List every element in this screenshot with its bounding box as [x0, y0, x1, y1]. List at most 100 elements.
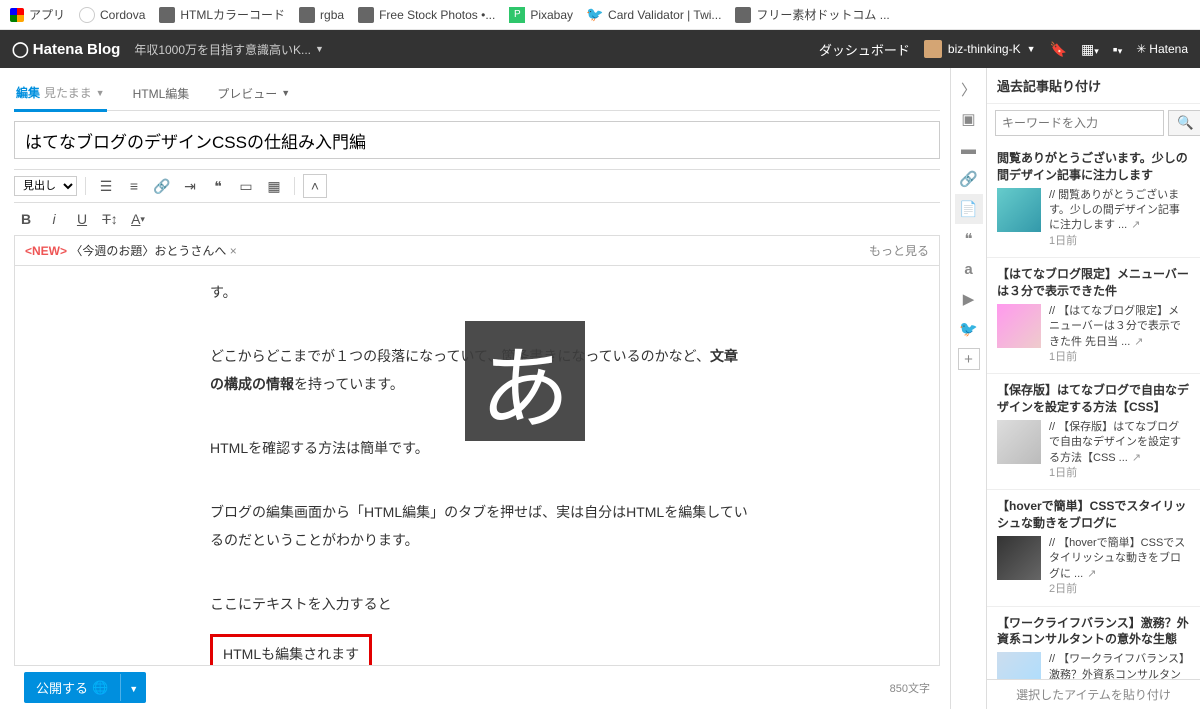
bookmark-item[interactable]: Free Stock Photos •... — [358, 7, 495, 23]
bookmark-apps[interactable]: アプリ — [10, 6, 65, 23]
editor-tabs: 編集 見たまま ▼ HTML編集 プレビュー ▼ — [14, 74, 940, 111]
ime-candidate-overlay: あ — [465, 321, 585, 441]
youtube-icon[interactable]: ▶ — [955, 284, 983, 314]
paragraph: ここにテキストを入力すると — [210, 590, 749, 618]
hatena-link[interactable]: ✳ Hatena — [1136, 42, 1188, 56]
bookmark-favicon — [159, 7, 175, 23]
paragraph: す。 — [210, 278, 749, 306]
ol-icon[interactable]: ≡ — [122, 174, 146, 198]
quote-icon[interactable]: ❝ — [206, 174, 230, 198]
publish-button[interactable]: 公開する🌐 — [24, 672, 120, 703]
globe-icon: 🌐 — [92, 680, 108, 696]
article-time: 1日前 — [1049, 466, 1190, 481]
add-icon[interactable]: + — [958, 348, 980, 370]
bookmark-item[interactable]: 🐦Card Validator | Twi... — [587, 7, 721, 23]
twitter-icon[interactable]: 🐦 — [955, 314, 983, 344]
article-title: 閲覧ありがとうございます。少しの間デザイン記事に注力します — [997, 150, 1190, 184]
readmore-icon[interactable]: ⇥ — [178, 174, 202, 198]
search-input[interactable] — [995, 110, 1164, 136]
external-link-icon[interactable]: ↗ — [1132, 452, 1141, 464]
bookmark-favicon — [358, 7, 374, 23]
past-article-item[interactable]: 【hoverで簡単】CSSでスタイリッシュな動きをブログに // 【hoverで簡… — [987, 490, 1200, 606]
article-time: 1日前 — [1049, 234, 1190, 249]
dashboard-link[interactable]: ダッシュボード — [819, 40, 910, 59]
chevron-down-icon: ▼ — [1027, 44, 1036, 54]
article-title: 【ワークライフバランス】激務？外資系コンサルタントの意外な生態 — [997, 615, 1190, 649]
article-desc: // 【ワークライフバランス】激務？外資系コンサルタントの意外な生 ...↗ — [1049, 652, 1190, 679]
article-title: 【hoverで簡単】CSSでスタイリッシュな動きをブログに — [997, 498, 1190, 532]
link-icon[interactable]: 🔗 — [955, 164, 983, 194]
apps-icon — [10, 8, 24, 22]
bookmark-icon[interactable]: 🔖 — [1050, 41, 1067, 58]
external-link-icon[interactable]: ↗ — [1087, 568, 1096, 580]
external-link-icon[interactable]: ↗ — [1134, 336, 1143, 348]
publish-button-group: 公開する🌐 ▼ — [24, 672, 146, 703]
bookmark-favicon: P — [509, 7, 525, 23]
grid-icon[interactable]: ▦▾ — [1081, 41, 1099, 58]
bookmark-favicon — [79, 7, 95, 23]
bookmark-favicon — [299, 7, 315, 23]
category-icon[interactable]: ▬ — [955, 134, 983, 164]
tab-html[interactable]: HTML編集 — [131, 80, 192, 110]
bold-icon[interactable]: B — [14, 207, 38, 231]
hatena-logo-icon: ◯ — [12, 40, 29, 58]
bookmark-label: Free Stock Photos •... — [379, 8, 495, 22]
past-article-item[interactable]: 【保存版】はてなブログで自由なデザインを設定する方法【CSS】// 【保存版】は… — [987, 374, 1200, 490]
bookmark-item[interactable]: HTMLカラーコード — [159, 6, 285, 23]
quote-icon[interactable]: ❝ — [955, 224, 983, 254]
bookmark-label: Pixabay — [530, 8, 573, 22]
bookmark-label: rgba — [320, 8, 344, 22]
heading-select[interactable]: 見出し — [14, 176, 77, 196]
chevron-up-icon[interactable]: ˄ — [303, 174, 327, 198]
photo-icon[interactable]: ▣ — [955, 104, 983, 134]
user-menu[interactable]: biz-thinking-K ▼ — [924, 40, 1036, 58]
article-desc: // 【hoverで簡単】CSSでスタイリッシュな動きをブログに ...↗ — [1049, 536, 1190, 582]
right-sidebar: 〉 ▣ ▬ 🔗 📄 ❝ a ▶ 🐦 + 過去記事貼り付け 🔍 閲覧ありがとうござ… — [950, 68, 1200, 709]
past-article-item[interactable]: 閲覧ありがとうございます。少しの間デザイン記事に注力します // 閲覧ありがとうご… — [987, 142, 1200, 258]
bookmark-label: フリー素材ドットコム ... — [756, 6, 889, 23]
table-icon[interactable]: ▦ — [262, 174, 286, 198]
history-icon[interactable]: 📄 — [955, 194, 983, 224]
ul-icon[interactable]: ☰ — [94, 174, 118, 198]
topic-bar: <NEW> 〈今週のお題〉おとうさんへ × もっと見る — [14, 236, 940, 266]
italic-icon[interactable]: i — [42, 207, 66, 231]
content-editor[interactable]: す。 どこからどこまでが１つの段落になっていて、箇条書きになっているのかなど、文… — [14, 266, 940, 666]
avatar — [924, 40, 942, 58]
bookmark-label: HTMLカラーコード — [180, 6, 285, 23]
bookmark-item[interactable]: Cordova — [79, 7, 145, 23]
chat-icon[interactable]: ▪▾ — [1113, 41, 1123, 57]
bookmark-item[interactable]: P Pixabay — [509, 7, 573, 23]
article-thumbnail — [997, 188, 1041, 232]
hatena-blog-logo[interactable]: ◯ Hatena Blog — [12, 40, 120, 58]
amazon-icon[interactable]: a — [955, 254, 983, 284]
bookmark-label: Cordova — [100, 8, 145, 22]
article-desc: // 閲覧ありがとうございます。少しの間デザイン記事に注力します ...↗ — [1049, 188, 1190, 234]
article-desc: // 【保存版】はてなブログで自由なデザインを設定する方法【CSS ...↗ — [1049, 420, 1190, 466]
username: biz-thinking-K — [948, 42, 1021, 56]
strike-icon[interactable]: T↕ — [98, 207, 122, 231]
bookmarks-bar: アプリ Cordova HTMLカラーコード rgba Free Stock Phot… — [0, 0, 1200, 30]
more-link[interactable]: もっと見る — [869, 242, 929, 259]
collapse-icon[interactable]: 〉 — [955, 74, 983, 104]
tab-edit[interactable]: 編集 見たまま ▼ — [14, 80, 107, 112]
bookmark-item[interactable]: フリー素材ドットコム ... — [735, 6, 889, 23]
search-button[interactable]: 🔍 — [1168, 110, 1200, 136]
past-article-item[interactable]: 【ワークライフバランス】激務？外資系コンサルタントの意外な生態 // 【ワークライ… — [987, 607, 1200, 679]
bookmark-item[interactable]: rgba — [299, 7, 344, 23]
color-icon[interactable]: A▾ — [126, 207, 150, 231]
side-footer-button[interactable]: 選択したアイテムを貼り付け — [987, 679, 1200, 709]
tab-preview[interactable]: プレビュー ▼ — [215, 80, 292, 110]
article-time: 2日前 — [1049, 582, 1190, 597]
close-icon[interactable]: × — [230, 244, 237, 258]
underline-icon[interactable]: U — [70, 207, 94, 231]
article-desc: // 【はてなブログ限定】メニューバーは３分で表示できた件 先日当 ...↗ — [1049, 304, 1190, 350]
external-link-icon[interactable]: ↗ — [1131, 219, 1140, 231]
title-input[interactable] — [14, 121, 940, 159]
past-article-item[interactable]: 【はてなブログ限定】メニューバーは３分で表示できた件// 【はてなブログ限定】メ… — [987, 258, 1200, 374]
toolbar-row2: B i U T↕ A▾ — [14, 203, 940, 236]
publish-dropdown[interactable]: ▼ — [120, 674, 146, 701]
side-icon-rail: 〉 ▣ ▬ 🔗 📄 ❝ a ▶ 🐦 + — [951, 68, 987, 709]
link-icon[interactable]: 🔗 — [150, 174, 174, 198]
code-icon[interactable]: ▭ — [234, 174, 258, 198]
blog-selector[interactable]: 年収1000万を目指す意識高いK... ▼ — [134, 41, 324, 58]
